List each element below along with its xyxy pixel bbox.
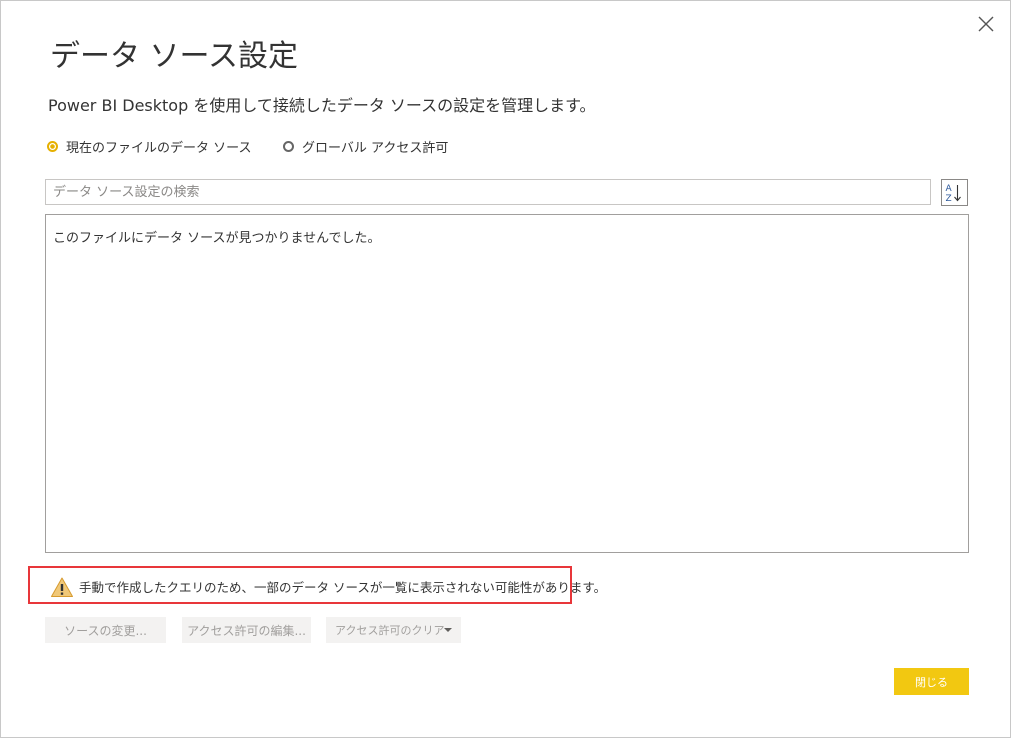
close-icon[interactable] [975, 13, 997, 35]
radio-current-file[interactable]: 現在のファイルのデータ ソース [47, 137, 252, 156]
search-input[interactable] [45, 179, 931, 205]
empty-list-message: このファイルにデータ ソースが見つかりませんでした。 [53, 231, 381, 246]
radio-global-permissions-label: グローバル アクセス許可 [302, 140, 449, 156]
chevron-down-icon[interactable] [444, 628, 452, 632]
radio-unselected-icon[interactable] [283, 140, 294, 152]
clear-permissions-label: アクセス許可のクリア [335, 624, 445, 637]
sort-az-icon: A Z [946, 184, 961, 204]
data-source-list[interactable]: このファイルにデータ ソースが見つかりませんでした。 [45, 214, 969, 553]
clear-permissions-button[interactable]: アクセス許可のクリア [326, 617, 461, 643]
svg-text:A: A [946, 184, 953, 194]
dialog-subtitle: Power BI Desktop を使用して接続したデータ ソースの設定を管理し… [48, 96, 596, 115]
close-button[interactable]: 閉じる [894, 668, 969, 695]
radio-global-permissions[interactable]: グローバル アクセス許可 [283, 137, 449, 156]
dialog-title: データ ソース設定 [50, 39, 299, 74]
warning-highlight: 手動で作成したクエリのため、一部のデータ ソースが一覧に表示されない可能性があり… [28, 566, 606, 604]
svg-text:Z: Z [946, 194, 952, 204]
change-source-button[interactable]: ソースの変更... [45, 617, 166, 643]
edit-permissions-button[interactable]: アクセス許可の編集... [182, 617, 311, 643]
radio-current-file-label: 現在のファイルのデータ ソース [66, 140, 252, 156]
warning-icon [51, 577, 73, 597]
sort-button[interactable]: A Z [941, 179, 968, 206]
radio-selected-icon[interactable] [47, 140, 58, 152]
data-source-settings-dialog: データ ソース設定 Power BI Desktop を使用して接続したデータ … [0, 0, 1011, 738]
warning-message: 手動で作成したクエリのため、一部のデータ ソースが一覧に表示されない可能性があり… [79, 580, 607, 595]
